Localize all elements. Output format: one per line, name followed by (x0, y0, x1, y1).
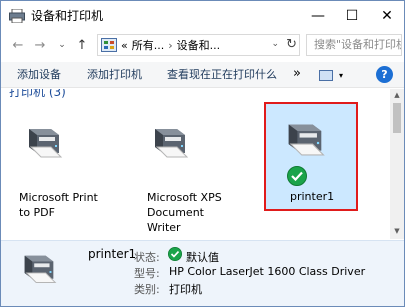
close-button[interactable]: ✕ (370, 1, 404, 31)
forward-arrow-icon[interactable]: → (31, 35, 49, 55)
add-printer-button[interactable]: 添加打印机 (87, 68, 142, 82)
details-model-label: 型号: (134, 267, 160, 280)
scroll-down-icon[interactable]: ▼ (390, 227, 404, 235)
scroll-up-icon[interactable]: ▲ (390, 91, 404, 99)
add-device-button[interactable]: 添加设备 (17, 68, 61, 82)
vertical-scrollbar[interactable]: ▲ ▼ (390, 89, 404, 239)
address-prefix[interactable]: « (121, 39, 128, 52)
breadcrumb-devices[interactable]: 设备和... (177, 37, 221, 53)
details-category-label: 类别: (134, 283, 160, 296)
printer-icon (29, 129, 63, 158)
change-view-button[interactable]: ▾ (319, 67, 355, 83)
device-label-line: Microsoft XPS (147, 191, 222, 204)
view-dropdown-icon[interactable]: ▾ (339, 71, 343, 80)
default-checkmark-icon (168, 247, 182, 261)
scrollbar-thumb[interactable] (393, 103, 401, 133)
device-label-line: Document (147, 206, 204, 219)
more-commands-button[interactable]: » (293, 66, 301, 81)
printer-folder-icon (9, 9, 25, 23)
group-header-printers[interactable]: 打印机 (3) (9, 89, 66, 100)
refresh-icon[interactable]: ↻ (286, 37, 297, 52)
device-label-line: Microsoft Print (19, 191, 98, 204)
device-item-printer1[interactable]: printer1 (266, 104, 356, 209)
control-panel-icon (101, 38, 117, 52)
details-status-label: 状态: (134, 251, 160, 264)
minimize-button[interactable]: — (301, 1, 335, 31)
device-label-line: printer1 (290, 190, 335, 203)
address-row: ← → ⌄ ↑ « 所有... › 设备和... ⌄ ↻ 搜索"设备和打印机" (1, 31, 404, 59)
breadcrumb-all[interactable]: 所有... (132, 37, 165, 53)
details-model-value: HP Color LaserJet 1600 Class Driver (169, 265, 366, 278)
back-arrow-icon[interactable]: ← (9, 35, 27, 55)
device-label-line: Writer (147, 221, 181, 234)
search-input[interactable]: 搜索"设备和打印机" (306, 34, 402, 56)
details-pane: printer1 状态: 默认值 型号: HP Color LaserJet 1… (1, 240, 404, 306)
device-label-line: to PDF (19, 206, 55, 219)
up-arrow-icon[interactable]: ↑ (73, 35, 91, 55)
title-bar: 设备和打印机 — ☐ ✕ (1, 1, 404, 31)
recent-locations-dropdown[interactable]: ⌄ (53, 35, 71, 55)
details-status-value: 默认值 (186, 251, 219, 264)
details-device-name: printer1 (88, 247, 137, 261)
command-bar: 添加设备 添加打印机 查看现在正在打印什么 » ▾ ? (1, 62, 404, 88)
help-icon[interactable]: ? (376, 66, 393, 83)
printer-icon (155, 129, 189, 158)
address-dropdown-icon[interactable]: ⌄ (271, 39, 279, 49)
see-whats-printing-button[interactable]: 查看现在正在打印什么 (167, 68, 277, 82)
window-title: 设备和打印机 (31, 9, 104, 23)
device-item-microsoft-xps-document-writer[interactable]: Microsoft XPS Document Writer (137, 119, 247, 239)
device-item-microsoft-print-to-pdf[interactable]: Microsoft Print to PDF (11, 119, 111, 229)
address-bar[interactable]: « 所有... › 设备和... ⌄ ↻ (97, 34, 300, 56)
maximize-button[interactable]: ☐ (335, 1, 369, 31)
breadcrumb-separator[interactable]: › (168, 39, 172, 52)
printer-icon (288, 124, 325, 156)
details-category-value: 打印机 (169, 283, 202, 296)
view-icon (319, 69, 333, 81)
default-checkmark-icon (287, 166, 307, 186)
devices-and-printers-window: 设备和打印机 — ☐ ✕ ← → ⌄ ↑ « 所有... › 设备和... ⌄ … (0, 0, 405, 307)
printer-icon (24, 255, 57, 283)
